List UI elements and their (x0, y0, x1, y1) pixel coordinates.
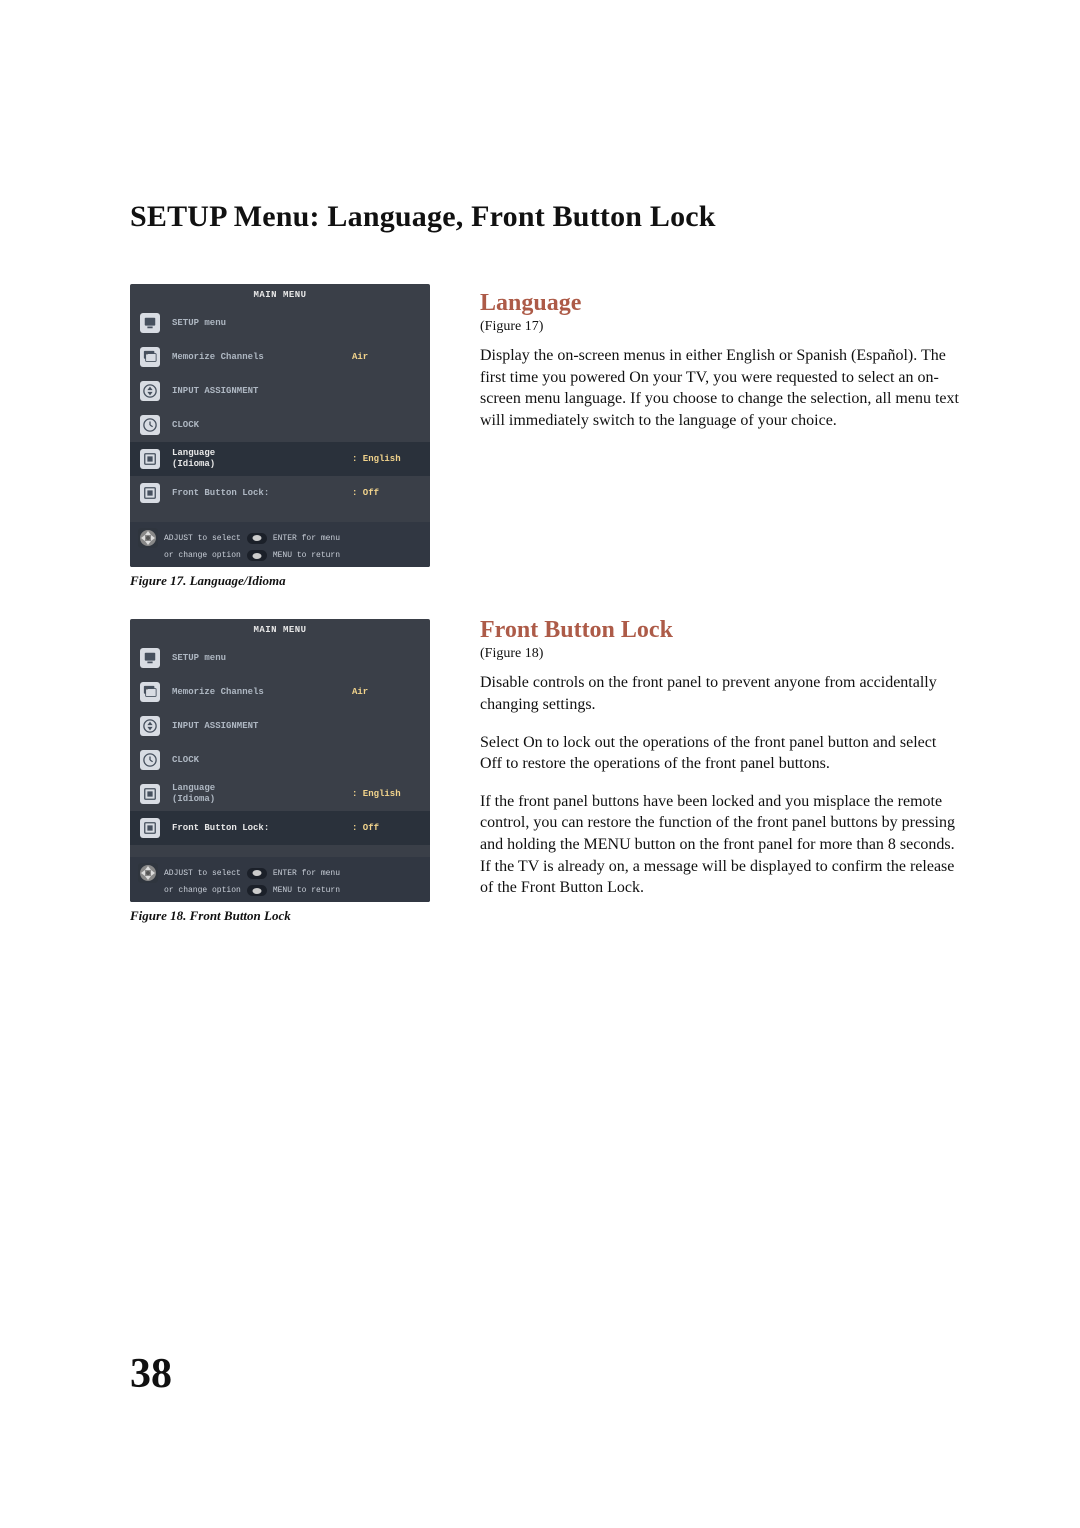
osd-item-label: SETUP menu (162, 653, 352, 664)
two-column-layout: MAIN MENU SETUP menuMemorize ChannelsAir… (130, 284, 960, 954)
osd-item-label: CLOCK (162, 755, 352, 766)
monitor-icon (138, 313, 162, 333)
hint-text: MENU to return (273, 551, 340, 560)
enter-key-icon (247, 868, 267, 879)
osd-menu-item[interactable]: Memorize ChannelsAir (130, 675, 430, 709)
hint-text: ADJUST to select (164, 869, 241, 878)
osd-item-label: INPUT ASSIGNMENT (162, 386, 352, 397)
osd-item-label: Front Button Lock: (162, 488, 352, 499)
osd-menu-item[interactable]: Front Button Lock:: Off (130, 811, 430, 845)
osd-hint-line-1: ADJUST to select ENTER for menu (138, 863, 422, 883)
osd-menu-item[interactable]: CLOCK (130, 743, 430, 777)
figure-ref-language: (Figure 17) (480, 319, 960, 335)
square-icon (138, 784, 162, 804)
hint-text: ADJUST to select (164, 534, 241, 543)
heading-front-button-lock: Front Button Lock (480, 617, 960, 644)
hint-text: or change option (164, 886, 241, 895)
osd-menu-item[interactable]: INPUT ASSIGNMENT (130, 709, 430, 743)
osd-menu-item[interactable]: SETUP menu (130, 641, 430, 675)
osd-hint-line-1: ADJUST to select ENTER for menu (138, 528, 422, 548)
osd-title: MAIN MENU (130, 284, 430, 306)
updown-icon (138, 381, 162, 401)
osd-title: MAIN MENU (130, 619, 430, 641)
hint-text: ENTER for menu (273, 869, 340, 878)
square-icon (138, 483, 162, 503)
osd-item-label: Front Button Lock: (162, 823, 352, 834)
square-icon (138, 818, 162, 838)
osd-menu-item[interactable]: Language (Idioma): English (130, 777, 430, 811)
osd-menu-item[interactable]: INPUT ASSIGNMENT (130, 374, 430, 408)
monitor-2-icon (138, 347, 162, 367)
osd-panel-fig17: MAIN MENU SETUP menu Memorize ChannelsAir… (130, 284, 430, 567)
osd-rows: SETUP menu Memorize ChannelsAir INPUT ASSI… (130, 306, 430, 510)
square-icon (138, 449, 162, 469)
figure-17: MAIN MENU SETUP menu Memorize ChannelsAir… (130, 284, 430, 589)
figures-column: MAIN MENU SETUP menuMemorize ChannelsAir… (130, 284, 430, 954)
osd-item-value: Air (352, 352, 422, 362)
menu-key-icon (247, 885, 267, 896)
clock-icon (138, 415, 162, 435)
osd-menu-item[interactable]: CLOCK (130, 408, 430, 442)
osd-item-value: Air (352, 687, 422, 697)
osd-item-value: : Off (352, 823, 422, 833)
hint-text: MENU to return (273, 886, 340, 895)
osd-item-label: Language (Idioma) (162, 783, 352, 805)
osd-item-label: SETUP menu (162, 318, 352, 329)
osd-menu-item[interactable]: Memorize ChannelsAir (130, 340, 430, 374)
osd-spacer (130, 845, 430, 857)
osd-menu-item[interactable]: Language (Idioma): English (130, 442, 430, 476)
section-gap (480, 447, 960, 617)
figure-18: MAIN MENU SETUP menu Memorize ChannelsAir… (130, 619, 430, 924)
osd-menu-item[interactable]: SETUP menu (130, 306, 430, 340)
osd-hint-bar: ADJUST to select ENTER for menu or chang… (130, 857, 430, 902)
clock-icon (138, 750, 162, 770)
osd-menu-item[interactable]: Front Button Lock:: Off (130, 476, 430, 510)
osd-item-value: : English (352, 789, 422, 799)
osd-item-label: Memorize Channels (162, 352, 352, 363)
paragraph-fbl-1: Disable controls on the front panel to p… (480, 672, 960, 715)
paragraph-fbl-3: If the front panel buttons have been loc… (480, 791, 960, 899)
hint-text: ENTER for menu (273, 534, 340, 543)
figure-18-caption: Figure 18. Front Button Lock (130, 908, 430, 924)
osd-hint-line-2: or change option MENU to return (138, 885, 422, 896)
osd-item-value: : English (352, 454, 422, 464)
osd-hint-line-2: or change option MENU to return (138, 550, 422, 561)
hint-text: or change option (164, 551, 241, 560)
heading-language: Language (480, 290, 960, 317)
osd-item-value: : Off (352, 488, 422, 498)
osd-hint-bar: ADJUST to select ENTER for menu or chang… (130, 522, 430, 567)
menu-key-icon (247, 550, 267, 561)
dpad-icon (138, 528, 158, 548)
monitor-2-icon (138, 682, 162, 702)
manual-page: SETUP Menu: Language, Front Button Lock … (0, 0, 1080, 1528)
dpad-icon (138, 863, 158, 883)
paragraph-fbl-2: Select On to lock out the operations of … (480, 732, 960, 775)
page-number: 38 (130, 1350, 172, 1398)
page-title: SETUP Menu: Language, Front Button Lock (130, 200, 960, 234)
enter-key-icon (247, 533, 267, 544)
monitor-icon (138, 648, 162, 668)
figure-17-caption: Figure 17. Language/Idioma (130, 573, 430, 589)
osd-rows: SETUP menu Memorize ChannelsAir INPUT ASSI… (130, 641, 430, 845)
osd-item-label: Memorize Channels (162, 687, 352, 698)
figure-ref-fbl: (Figure 18) (480, 646, 960, 662)
osd-item-label: CLOCK (162, 420, 352, 431)
osd-item-label: INPUT ASSIGNMENT (162, 721, 352, 732)
updown-icon (138, 716, 162, 736)
osd-item-label: Language (Idioma) (162, 448, 352, 470)
body-column: Language (Figure 17) Display the on-scre… (480, 284, 960, 954)
osd-panel-fig18: MAIN MENU SETUP menu Memorize ChannelsAir… (130, 619, 430, 902)
osd-spacer (130, 510, 430, 522)
paragraph-language-1: Display the on-screen menus in either En… (480, 345, 960, 431)
